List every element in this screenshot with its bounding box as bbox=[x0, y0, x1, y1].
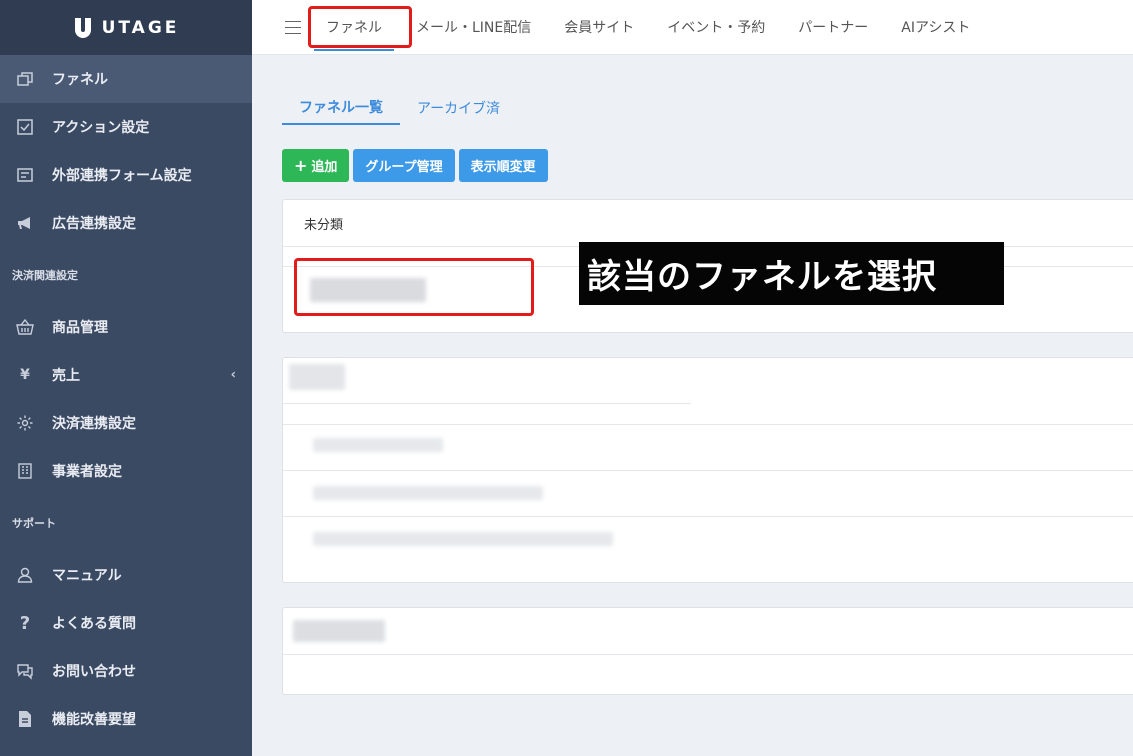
sidebar-item-label: ファネル bbox=[52, 72, 108, 88]
document-icon bbox=[14, 708, 36, 730]
topnav-tab-mail-line[interactable]: メール・LINE配信 bbox=[416, 17, 531, 37]
topnav-tabs: ファネル メール・LINE配信 会員サイト イベント・予約 パートナー AIアシ… bbox=[314, 0, 1003, 55]
add-button-label: 追加 bbox=[311, 160, 338, 175]
hamburger-menu-icon[interactable] bbox=[285, 20, 301, 34]
sidebar-item-contact[interactable]: お問い合わせ bbox=[0, 647, 252, 695]
funnel-group-card-blurred-2 bbox=[282, 607, 1133, 695]
funnel-tabs: ファネル一覧 アーカイブ済 bbox=[282, 90, 517, 125]
sidebar-item-business[interactable]: 事業者設定 bbox=[0, 447, 252, 495]
toolbar: + 追加 グループ管理 表示順変更 bbox=[282, 149, 548, 182]
gear-icon bbox=[14, 412, 36, 434]
logo-text: UTAGE bbox=[101, 17, 180, 38]
funnel-row-blurred[interactable] bbox=[313, 532, 613, 546]
group-heading-blurred bbox=[289, 364, 345, 390]
funnel-row-blurred[interactable] bbox=[313, 486, 543, 500]
checkbox-icon bbox=[14, 116, 36, 138]
question-icon: ? bbox=[19, 612, 31, 634]
sidebar-item-external-form[interactable]: 外部連携フォーム設定 bbox=[0, 151, 252, 199]
sidebar-item-label: 事業者設定 bbox=[52, 464, 122, 480]
topnav-tab-partner[interactable]: パートナー bbox=[798, 17, 868, 37]
sidebar-item-label: よくある質問 bbox=[52, 616, 136, 632]
annotation-label: 該当のファネルを選択 bbox=[579, 242, 1004, 305]
sidebar-item-label: マニュアル bbox=[52, 568, 122, 584]
sidebar-item-payment-integration[interactable]: 決済連携設定 bbox=[0, 399, 252, 447]
sidebar-item-action-settings[interactable]: アクション設定 bbox=[0, 103, 252, 151]
add-button[interactable]: + 追加 bbox=[282, 149, 350, 182]
funnel-group-card-blurred bbox=[282, 357, 1133, 583]
sidebar-item-label: 外部連携フォーム設定 bbox=[52, 168, 192, 184]
building-icon bbox=[14, 460, 36, 482]
basket-icon bbox=[14, 316, 36, 338]
logo[interactable]: UTAGE bbox=[0, 0, 252, 55]
sidebar-item-label: 商品管理 bbox=[52, 320, 108, 336]
topnav-tab-funnel[interactable]: ファネル bbox=[314, 17, 394, 51]
yen-icon: ¥ bbox=[20, 367, 30, 383]
topnav-tab-ai-assist[interactable]: AIアシスト bbox=[901, 17, 970, 37]
tab-funnel-list[interactable]: ファネル一覧 bbox=[282, 90, 400, 125]
funnel-row-blurred[interactable] bbox=[313, 438, 443, 452]
chat-icon bbox=[14, 660, 36, 682]
group-heading: 未分類 bbox=[283, 200, 1133, 247]
megaphone-icon bbox=[14, 212, 36, 234]
sidebar-item-label: 売上 bbox=[52, 368, 80, 384]
user-icon bbox=[14, 564, 36, 586]
plus-icon: + bbox=[294, 156, 308, 175]
chevron-left-icon[interactable]: ‹ bbox=[231, 368, 236, 383]
topnav-tab-member-site[interactable]: 会員サイト bbox=[564, 17, 634, 37]
sidebar-item-label: お問い合わせ bbox=[52, 664, 136, 680]
group-manage-button[interactable]: グループ管理 bbox=[353, 149, 455, 182]
copy-icon bbox=[14, 68, 36, 90]
reorder-button[interactable]: 表示順変更 bbox=[458, 149, 548, 182]
sidebar-item-products[interactable]: 商品管理 bbox=[0, 303, 252, 351]
topnav-tab-event[interactable]: イベント・予約 bbox=[667, 17, 765, 37]
sidebar-item-label: アクション設定 bbox=[52, 120, 150, 136]
top-navigation: ファネル メール・LINE配信 会員サイト イベント・予約 パートナー AIアシ… bbox=[252, 0, 1133, 55]
sidebar-item-ad-settings[interactable]: 広告連携設定 bbox=[0, 199, 252, 247]
sidebar-item-faq[interactable]: ? よくある質問 bbox=[0, 599, 252, 647]
sidebar-item-manual[interactable]: マニュアル bbox=[0, 551, 252, 599]
sidebar-item-feature-request[interactable]: 機能改善要望 bbox=[0, 695, 252, 743]
sidebar: UTAGE ファネル アクション設定 外部連携フォーム設定 広告連携設定 決済関… bbox=[0, 0, 252, 756]
utage-logo-icon bbox=[73, 17, 93, 39]
section-label-payment: 決済関連設定 bbox=[12, 269, 78, 282]
sidebar-item-label: 決済連携設定 bbox=[52, 416, 136, 432]
sidebar-item-label: 広告連携設定 bbox=[52, 216, 136, 232]
sidebar-item-funnel[interactable]: ファネル bbox=[0, 55, 252, 103]
funnel-row-blurred[interactable] bbox=[310, 278, 426, 302]
sidebar-item-label: 機能改善要望 bbox=[52, 712, 136, 728]
section-label-support: サポート bbox=[12, 517, 56, 530]
group-heading-blurred bbox=[293, 620, 385, 642]
tab-archived[interactable]: アーカイブ済 bbox=[400, 90, 517, 125]
sidebar-item-sales[interactable]: ¥ 売上 ‹ bbox=[0, 351, 252, 399]
form-icon bbox=[14, 164, 36, 186]
